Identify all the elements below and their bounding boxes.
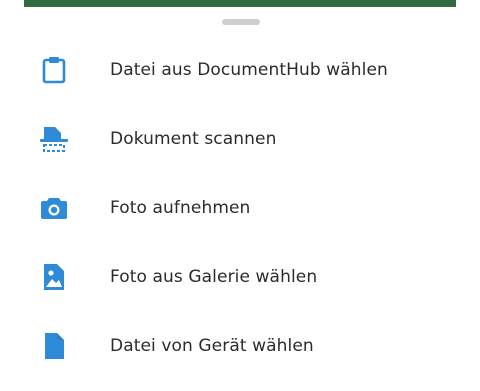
bottom-sheet: Datei aus DocumentHub wählen Dokument sc… <box>0 7 480 391</box>
option-label: Dokument scannen <box>110 128 277 149</box>
option-scan-document[interactable]: Dokument scannen <box>0 104 480 173</box>
image-file-icon <box>38 261 70 293</box>
option-label: Datei aus DocumentHub wählen <box>110 59 388 80</box>
option-label: Datei von Gerät wählen <box>110 335 314 356</box>
drag-handle[interactable] <box>222 19 260 25</box>
camera-icon <box>38 192 70 224</box>
option-label: Foto aus Galerie wählen <box>110 266 318 287</box>
option-take-photo[interactable]: Foto aufnehmen <box>0 173 480 242</box>
clipboard-icon <box>38 54 70 86</box>
option-choose-from-device[interactable]: Datei von Gerät wählen <box>0 311 480 380</box>
option-choose-from-documenthub[interactable]: Datei aus DocumentHub wählen <box>0 35 480 104</box>
scanner-icon <box>38 123 70 155</box>
option-choose-from-gallery[interactable]: Foto aus Galerie wählen <box>0 242 480 311</box>
option-label: Foto aufnehmen <box>110 197 251 218</box>
file-icon <box>38 330 70 362</box>
